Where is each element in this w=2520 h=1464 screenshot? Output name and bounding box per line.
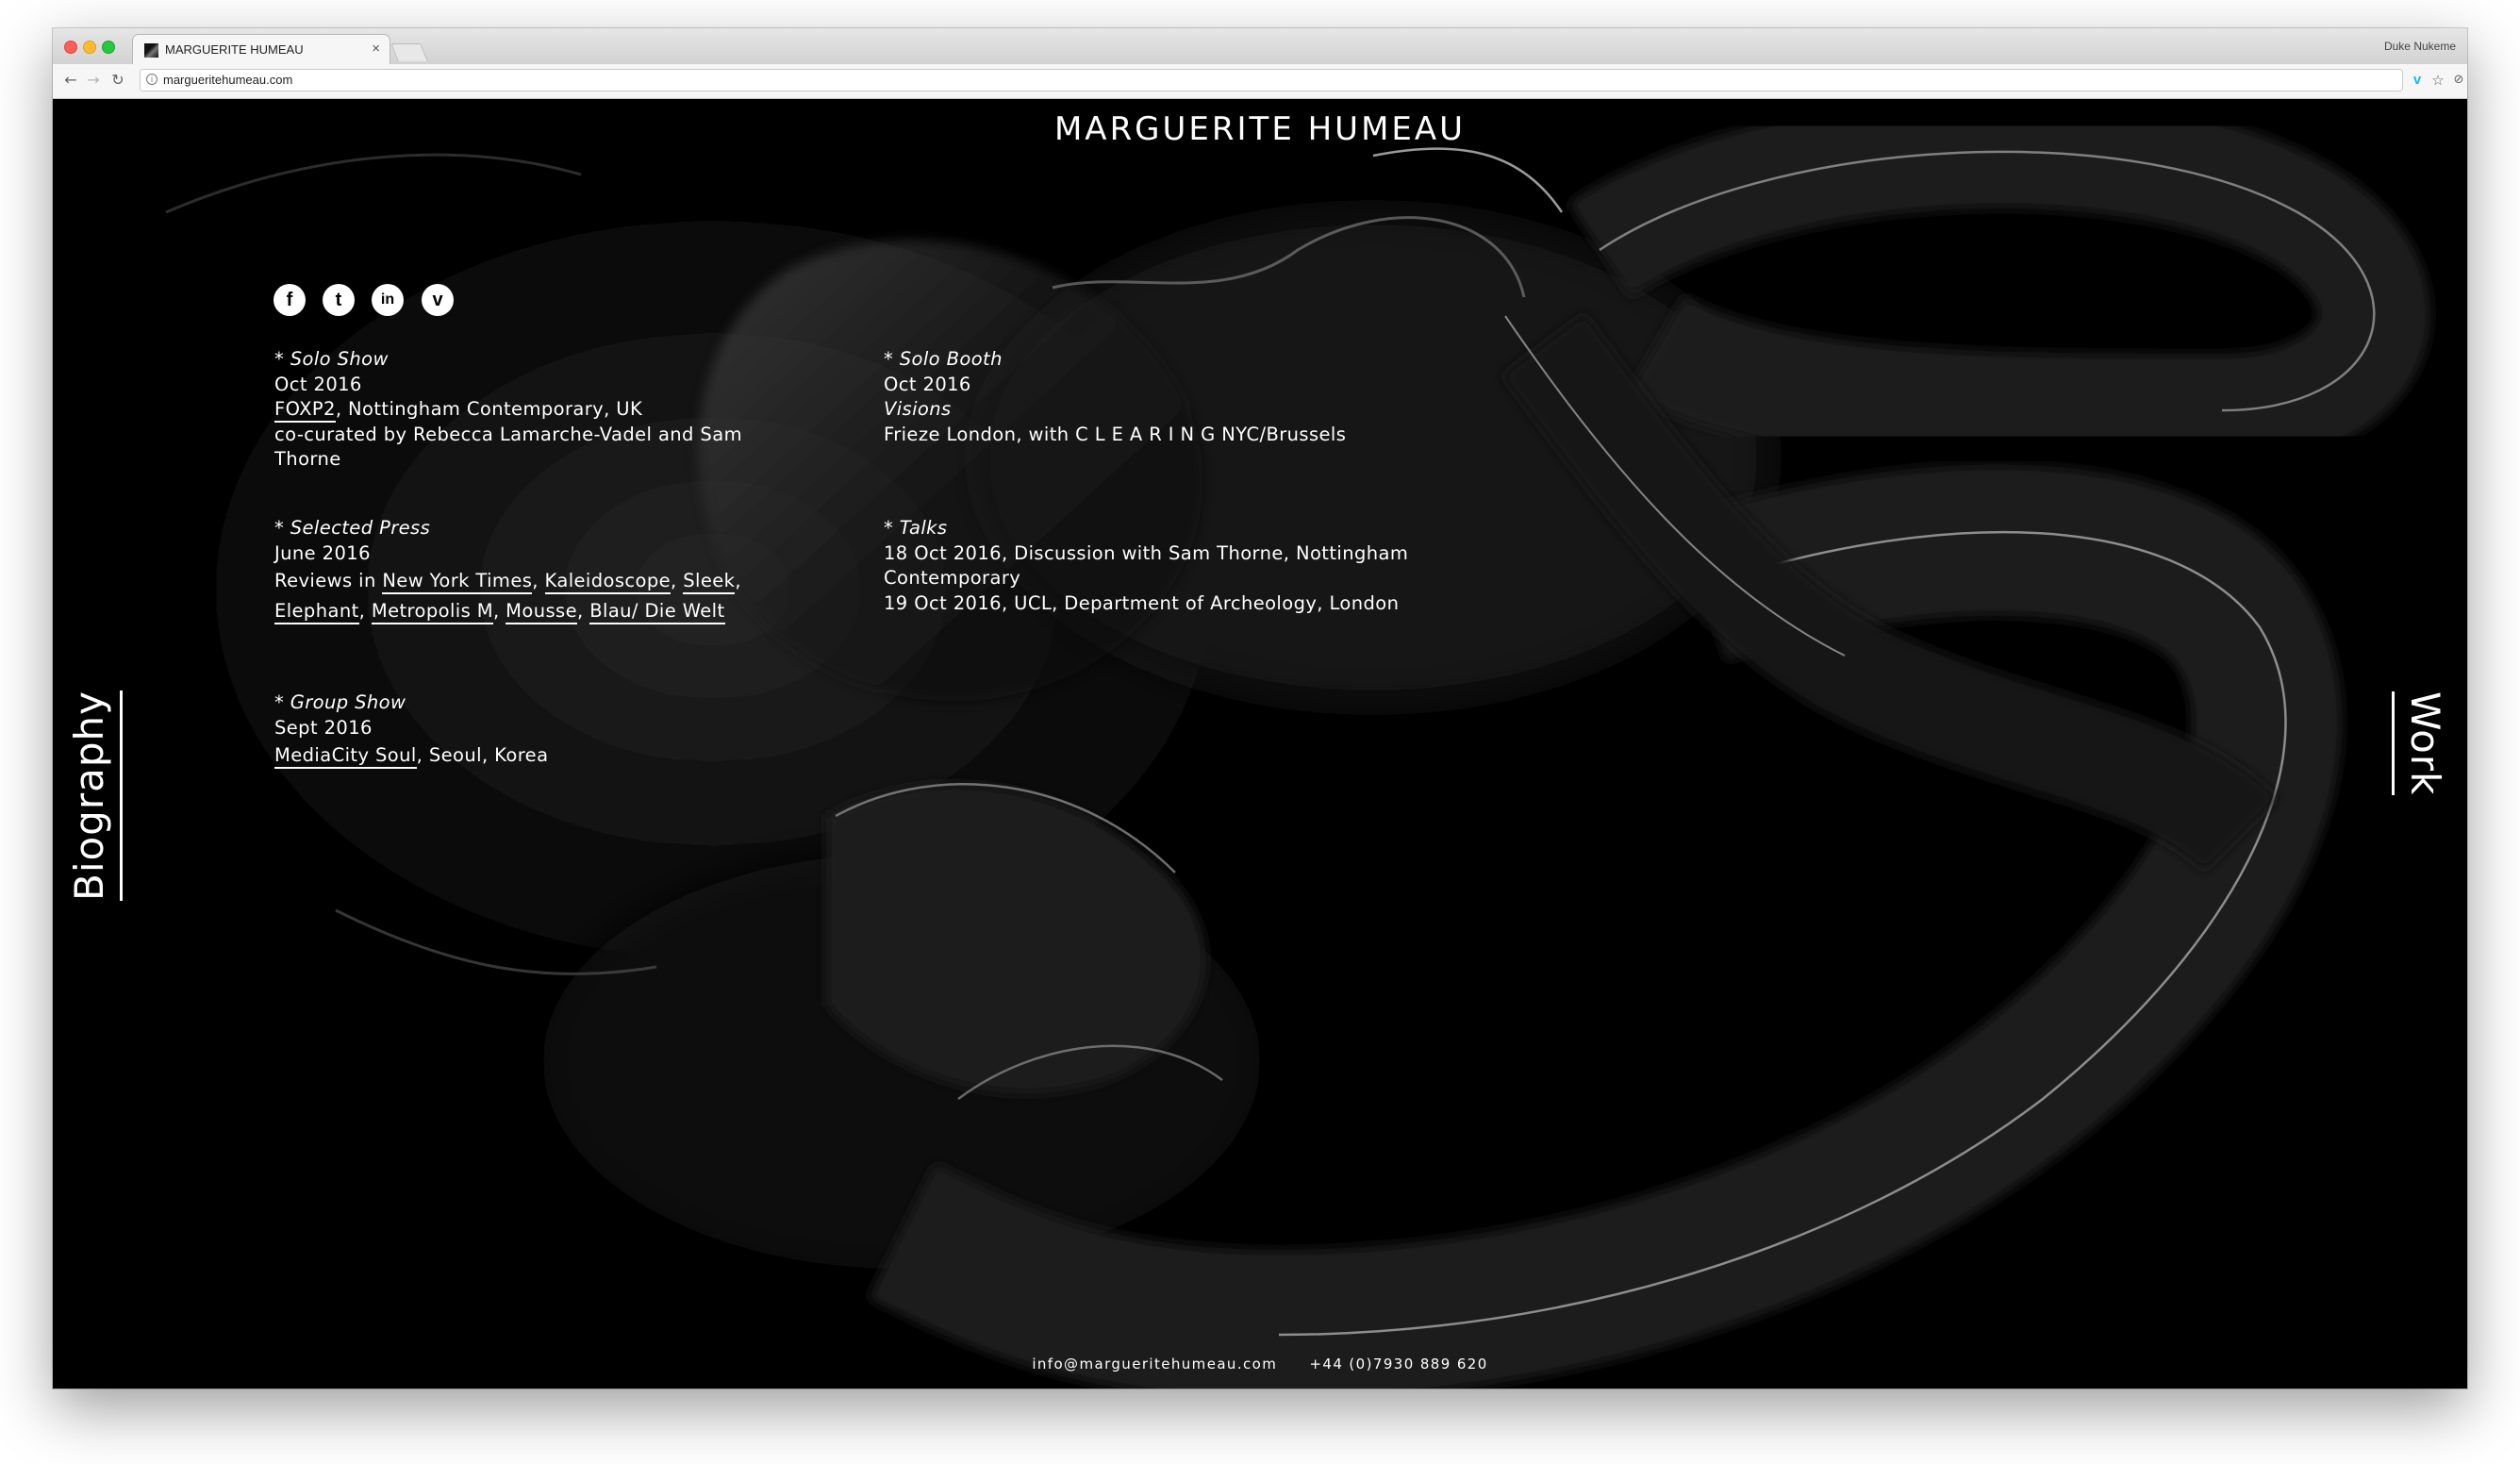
browser-toolbar: ← → ↻ i margueritehumeau.com v ☆ ⊘ ⋮ (53, 64, 2467, 99)
star-icon[interactable]: ☆ (2428, 70, 2448, 91)
press-link-new-york-times[interactable]: New York Times (382, 570, 533, 594)
solo-booth-heading: * Solo Booth (884, 348, 1003, 370)
reload-icon[interactable]: ↻ (108, 70, 128, 91)
footer-phone[interactable]: +44 (0)7930 889 620 (1309, 1356, 1487, 1372)
web-page: MARGUERITE HUMEAU f t in v * Solo Show O… (53, 99, 2467, 1389)
vimeo-icon[interactable]: v (422, 284, 454, 316)
solo-show-venue: , Nottingham Contemporary, UK (335, 398, 643, 420)
url-text[interactable]: margueritehumeau.com (163, 73, 292, 87)
site-favicon-icon (144, 43, 158, 58)
profile-name[interactable]: Duke Nukeme (2384, 40, 2456, 53)
menu-icon[interactable]: ⋮ (2465, 70, 2467, 91)
press-link-metropolis-m[interactable]: Metropolis M (371, 600, 493, 624)
solo-show-curators-line-1: co-curated by Rebecca Lamarche-Vadel and… (274, 423, 742, 445)
press-link-blau-die-welt[interactable]: Blau/ Die Welt (589, 600, 725, 624)
press-link-sleek[interactable]: Sleek (683, 570, 736, 594)
group-show-heading: * Group Show (274, 691, 406, 713)
site-title[interactable]: MARGUERITE HUMEAU (53, 110, 2467, 148)
talks-entry: * Talks 18 Oct 2016, Discussion with Sam… (884, 516, 1468, 616)
footer-contact: info@margueritehumeau.com +44 (0)7930 88… (53, 1356, 2467, 1372)
solo-show-entry: * Solo Show Oct 2016 FOXP2, Nottingham C… (274, 347, 765, 473)
press-link-mousse[interactable]: Mousse (506, 600, 578, 624)
group-show-entry: * Group Show Sept 2016 MediaCity Soul, S… (274, 690, 765, 771)
selected-press-date: June 2016 (274, 541, 371, 564)
browser-tab[interactable]: MARGUERITE HUMEAU × (132, 34, 390, 64)
back-icon[interactable]: ← (60, 70, 81, 91)
solo-show-heading: * Solo Show (274, 348, 389, 370)
solo-show-venue-line: FOXP2, Nottingham Contemporary, UK (274, 397, 765, 423)
forward-icon[interactable]: → (83, 70, 104, 91)
maximize-window-icon[interactable] (102, 41, 115, 54)
press-link-kaleidoscope[interactable]: Kaleidoscope (544, 570, 671, 594)
solo-booth-entry: * Solo Booth Oct 2016 Visions Frieze Lon… (884, 347, 1468, 447)
twitter-icon[interactable]: t (323, 284, 355, 316)
press-link-elephant[interactable]: Elephant (274, 600, 359, 624)
work-nav-link[interactable]: Work (2392, 691, 2448, 796)
biography-nav-link[interactable]: Biography (66, 690, 123, 901)
talk-line-1: 18 Oct 2016, Discussion with Sam Thorne,… (884, 541, 1409, 564)
press-intro: Reviews in (274, 570, 383, 591)
tab-close-icon[interactable]: × (372, 41, 380, 57)
solo-booth-venue: Frieze London, with C L E A R I N G NYC/… (884, 423, 1347, 445)
mediacity-soul-link[interactable]: MediaCity Soul (274, 744, 417, 769)
foxp2-link[interactable]: FOXP2 (274, 398, 336, 423)
new-tab-button[interactable] (390, 43, 428, 61)
solo-booth-title: Visions (884, 398, 952, 420)
talk-line-3: 19 Oct 2016, UCL, Department of Archeolo… (884, 591, 1400, 614)
solo-booth-date: Oct 2016 (884, 373, 971, 395)
info-icon[interactable]: i (146, 74, 158, 85)
press-links-line-1: Reviews in New York Times, Kaleidoscope,… (274, 566, 765, 596)
tab-strip: MARGUERITE HUMEAU × Duke Nukeme (53, 28, 2467, 64)
close-window-icon[interactable] (64, 41, 77, 54)
group-show-date: Sept 2016 (274, 716, 373, 739)
vimeo-extension-icon[interactable]: v (2407, 70, 2428, 91)
extension-icon[interactable]: ⊘ (2448, 70, 2467, 91)
group-show-location: , Seoul, Korea (416, 744, 549, 766)
solo-show-date: Oct 2016 (274, 373, 362, 395)
solo-show-curators-line-2: Thorne (274, 448, 341, 470)
selected-press-entry: * Selected Press June 2016 Reviews in Ne… (274, 516, 765, 626)
address-bar[interactable]: i margueritehumeau.com (140, 69, 2403, 92)
linkedin-icon[interactable]: in (372, 284, 404, 316)
talk-line-2: Contemporary (884, 567, 1021, 589)
browser-window: MARGUERITE HUMEAU × Duke Nukeme ← → ↻ i … (53, 28, 2467, 1389)
group-show-venue-line: MediaCity Soul, Seoul, Korea (274, 740, 765, 771)
tab-title: MARGUERITE HUMEAU (165, 42, 304, 57)
minimize-window-icon[interactable] (83, 41, 96, 54)
selected-press-heading: * Selected Press (274, 517, 431, 539)
facebook-icon[interactable]: f (274, 284, 306, 316)
talks-heading: * Talks (884, 517, 948, 539)
footer-email[interactable]: info@margueritehumeau.com (1032, 1356, 1277, 1372)
press-links-line-2: Elephant, Metropolis M, Mousse, Blau/ Di… (274, 596, 765, 626)
